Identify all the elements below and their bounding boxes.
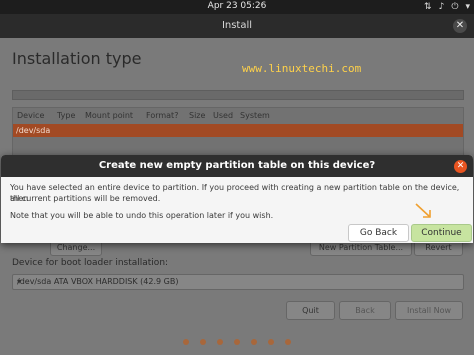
dialog-title: Create new empty partition table on this… — [98, 160, 376, 171]
column-header: System — [240, 111, 270, 120]
continue-button[interactable]: Continue — [411, 224, 472, 242]
dialog-note: Note that you will be able to undo this … — [10, 211, 274, 220]
column-header: Device — [17, 111, 45, 120]
dialog-header: Create new empty partition table on this… — [1, 155, 473, 177]
system-tray[interactable]: ⇅ ♪ ⏻ ▾ — [424, 1, 470, 13]
column-header: Mount point — [85, 111, 134, 120]
progress-dot — [217, 339, 223, 345]
table-row[interactable]: /dev/sda — [13, 124, 463, 137]
device-cell: /dev/sda — [16, 126, 51, 135]
window-title: Install — [221, 20, 253, 31]
confirm-dialog: Create new empty partition table on this… — [1, 155, 473, 243]
window-titlebar: Install ✕ — [0, 14, 474, 38]
page-title: Installation type — [12, 49, 142, 68]
progress-dot — [234, 339, 240, 345]
chevron-down-icon: ▾ — [17, 277, 22, 286]
bootloader-label: Device for boot loader installation: — [12, 258, 169, 268]
dialog-close-icon[interactable]: ✕ — [454, 160, 467, 173]
volume-icon[interactable]: ♪ — [439, 1, 445, 13]
progress-dot — [200, 339, 206, 345]
progress-dot — [183, 339, 189, 345]
dialog-message-line2: all current partitions will be removed. — [10, 194, 161, 203]
progress-dot — [251, 339, 257, 345]
chevron-down-icon[interactable]: ▾ — [465, 1, 470, 13]
go-back-button[interactable]: Go Back — [348, 224, 409, 242]
column-header: Used — [213, 111, 234, 120]
install-now-button[interactable]: Install Now — [395, 301, 463, 320]
watermark-text: www.linuxtechi.com — [242, 62, 362, 75]
bootloader-device-select[interactable]: /dev/sda ATA VBOX HARDDISK (42.9 GB) ▾ — [12, 274, 464, 290]
back-button[interactable]: Back — [339, 301, 391, 320]
partition-table[interactable]: Device Type Mount point Format? Size Use… — [12, 107, 464, 158]
system-top-bar: Apr 23 05:26 ⇅ ♪ ⏻ ▾ — [0, 0, 474, 14]
clock[interactable]: Apr 23 05:26 — [0, 1, 474, 11]
annotation-arrow-icon — [415, 203, 431, 218]
column-header: Type — [57, 111, 76, 120]
power-icon[interactable]: ⏻ — [451, 1, 458, 13]
quit-button[interactable]: Quit — [286, 301, 335, 320]
partition-usage-bar — [12, 90, 464, 100]
window-close-icon[interactable]: ✕ — [453, 19, 467, 33]
network-icon[interactable]: ⇅ — [424, 1, 432, 13]
progress-dots — [0, 339, 474, 345]
column-header: Format? — [146, 111, 179, 120]
progress-dot — [285, 339, 291, 345]
progress-dot — [268, 339, 274, 345]
column-header: Size — [189, 111, 206, 120]
